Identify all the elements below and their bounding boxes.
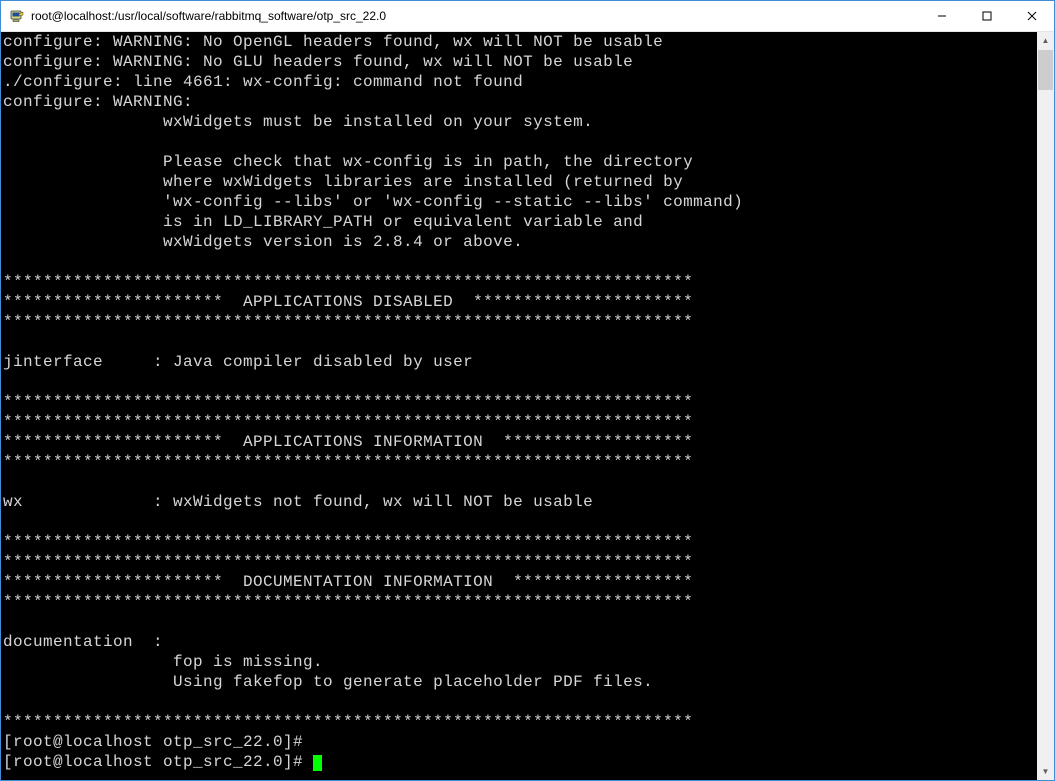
minimize-button[interactable] <box>919 1 964 31</box>
titlebar[interactable]: root@localhost:/usr/local/software/rabbi… <box>1 1 1054 32</box>
scroll-up-arrow[interactable]: ▲ <box>1037 32 1054 49</box>
maximize-button[interactable] <box>964 1 1009 31</box>
close-button[interactable] <box>1009 1 1054 31</box>
scroll-down-arrow[interactable]: ▼ <box>1037 763 1054 780</box>
cursor <box>313 755 322 771</box>
window-controls <box>919 1 1054 31</box>
putty-icon <box>9 8 25 24</box>
scrollbar-thumb[interactable] <box>1038 50 1053 90</box>
terminal-window: root@localhost:/usr/local/software/rabbi… <box>0 0 1055 781</box>
terminal-output[interactable]: configure: WARNING: No OpenGL headers fo… <box>1 32 1037 780</box>
terminal-area: configure: WARNING: No OpenGL headers fo… <box>1 32 1054 780</box>
vertical-scrollbar[interactable]: ▲ ▼ <box>1037 32 1054 780</box>
window-title: root@localhost:/usr/local/software/rabbi… <box>31 9 919 23</box>
